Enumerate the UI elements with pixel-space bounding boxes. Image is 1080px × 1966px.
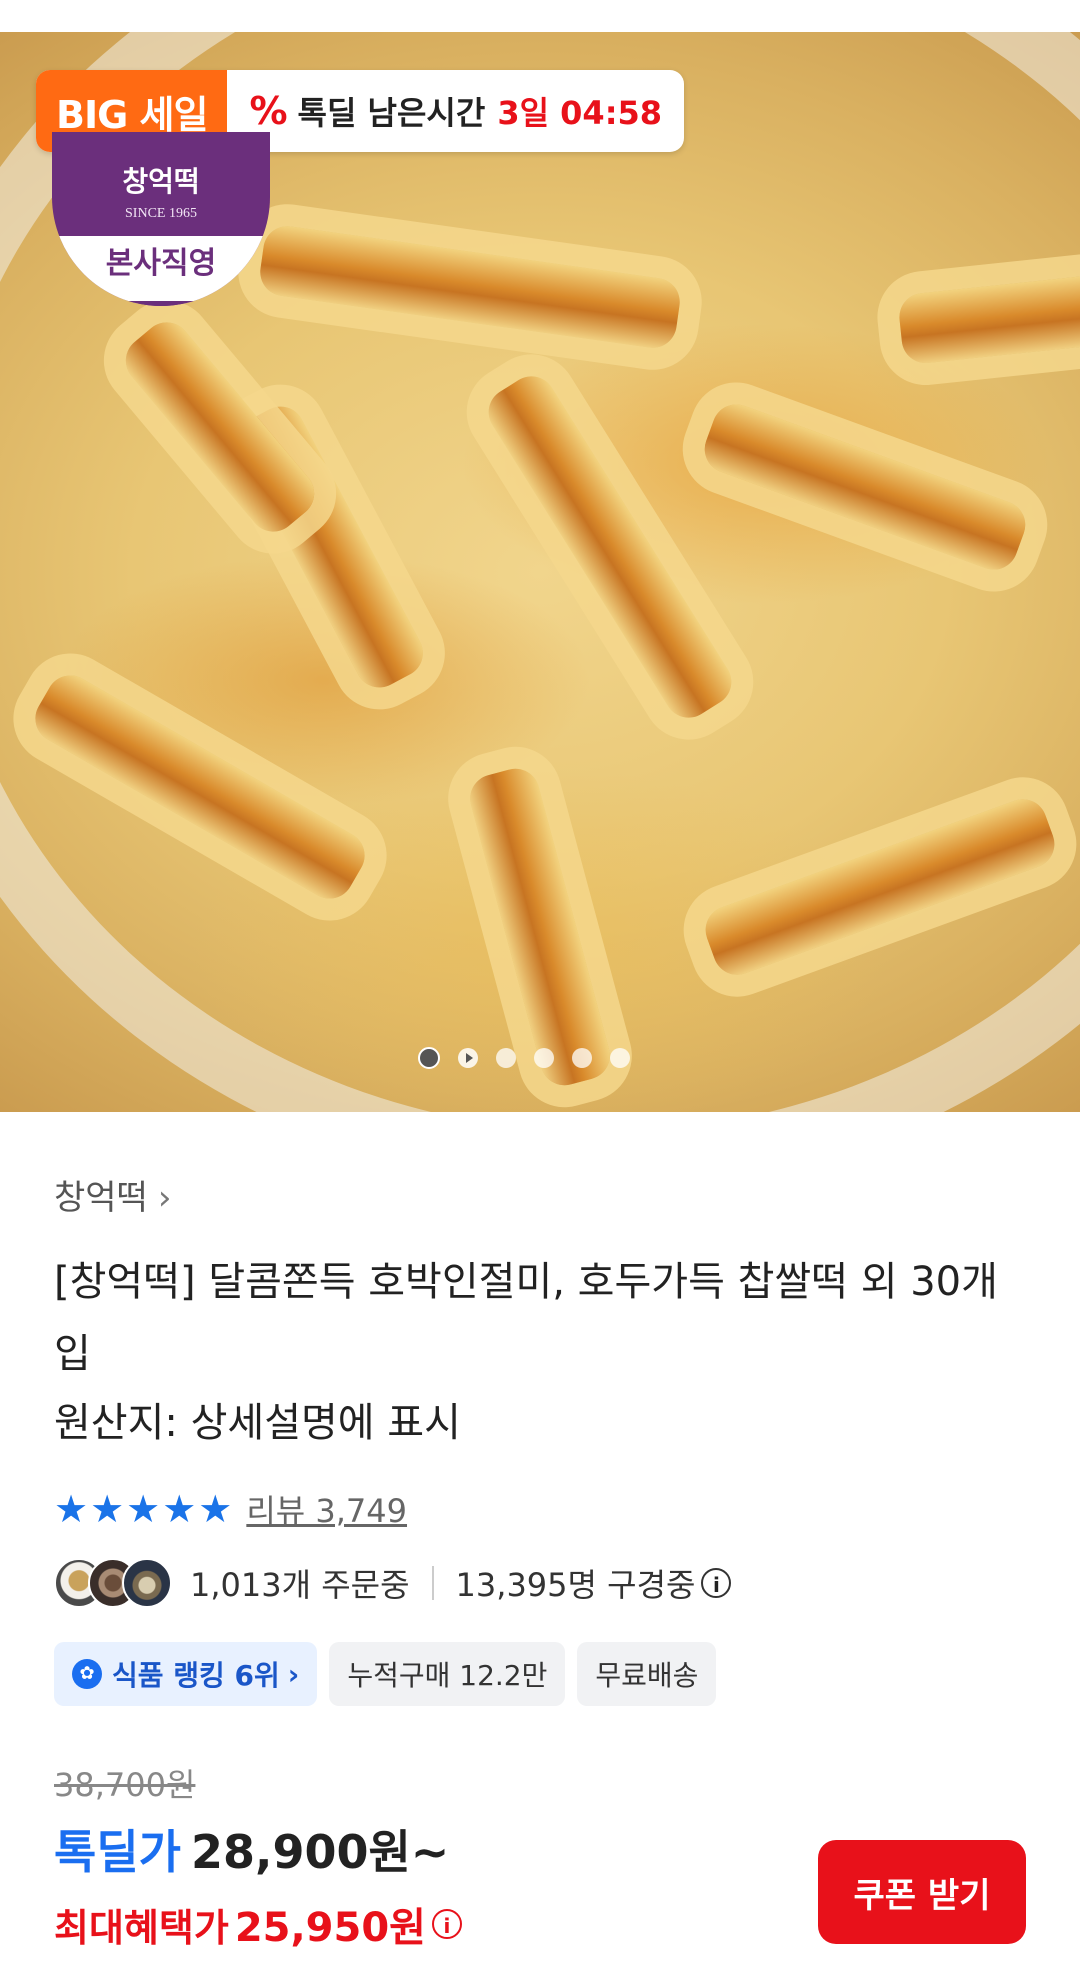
viewers-count: 13,395명 구경중: [455, 1566, 696, 1604]
product-origin: 원산지: 상세설명에 표시: [54, 1400, 461, 1446]
order-stats-row: 1,013개 주문중 13,395명 구경중 i: [54, 1558, 732, 1608]
deal-timer: % 톡딜 남은시간 3일 04:58: [227, 88, 684, 134]
brand-store-link[interactable]: 창억떡 ›: [54, 1170, 171, 1219]
discount-percent-icon: %: [249, 89, 288, 133]
star-rating-icon: ★★★★★: [54, 1487, 235, 1531]
ranking-badge-icon: ✿: [72, 1659, 102, 1689]
original-price: 38,700원: [54, 1766, 196, 1804]
carousel-indicator: [418, 1047, 630, 1069]
free-shipping-chip: 무료배송: [577, 1642, 717, 1706]
deal-label: 톡딜가: [54, 1825, 181, 1879]
brand-link-label: 창억떡: [54, 1178, 148, 1218]
product-title: [창억떡] 달콤쫀득 호박인절미, 호두가득 찹쌀떡 외 30개입: [54, 1259, 998, 1377]
ranking-label: 식품 랭킹 6위: [112, 1659, 280, 1692]
cumulative-purchase-chip: 누적구매 12.2만: [329, 1642, 566, 1706]
logo-since: SINCE 1965: [125, 206, 197, 221]
timer-value: 3일 04:58: [497, 94, 663, 132]
carousel-dot-active[interactable]: [418, 1047, 440, 1069]
store-logo: 창억떡 SINCE 1965 본사직영: [52, 132, 270, 306]
carousel-dot[interactable]: [572, 1048, 592, 1068]
buyer-avatars: [54, 1558, 172, 1608]
chevron-right-icon: ›: [157, 1178, 172, 1218]
divider: [431, 1566, 434, 1600]
carousel-dot[interactable]: [610, 1048, 630, 1068]
review-link[interactable]: 리뷰 3,749: [246, 1486, 407, 1532]
logo-brand: 창억떡: [122, 165, 200, 198]
ranking-chip[interactable]: ✿ 식품 랭킹 6위 ›: [54, 1642, 318, 1706]
max-benefit-label: 최대혜택가: [54, 1905, 229, 1950]
info-icon[interactable]: i: [701, 1568, 732, 1598]
orders-count: 1,013개 주문중: [190, 1566, 410, 1604]
max-benefit-row: 최대혜택가 25,950원 i: [54, 1895, 462, 1953]
carousel-video-play-icon[interactable]: [458, 1048, 478, 1068]
rating-row: ★★★★★ 리뷰 3,749: [54, 1486, 407, 1532]
max-benefit-price: 25,950원: [234, 1905, 426, 1951]
carousel-dot[interactable]: [496, 1048, 516, 1068]
avatar: [122, 1558, 172, 1608]
deal-price-row: 톡딜가 28,900원~: [54, 1816, 449, 1882]
get-coupon-button[interactable]: 쿠폰 받기: [818, 1840, 1026, 1944]
deal-price: 28,900원~: [190, 1825, 450, 1879]
chevron-right-icon: ›: [287, 1657, 300, 1691]
info-icon[interactable]: i: [431, 1909, 462, 1939]
carousel-dot[interactable]: [534, 1048, 554, 1068]
product-chips: ✿ 식품 랭킹 6위 › 누적구매 12.2만 무료배송: [54, 1642, 717, 1706]
top-bar: [0, 0, 1080, 32]
timer-label: 톡딜 남은시간: [297, 94, 486, 132]
